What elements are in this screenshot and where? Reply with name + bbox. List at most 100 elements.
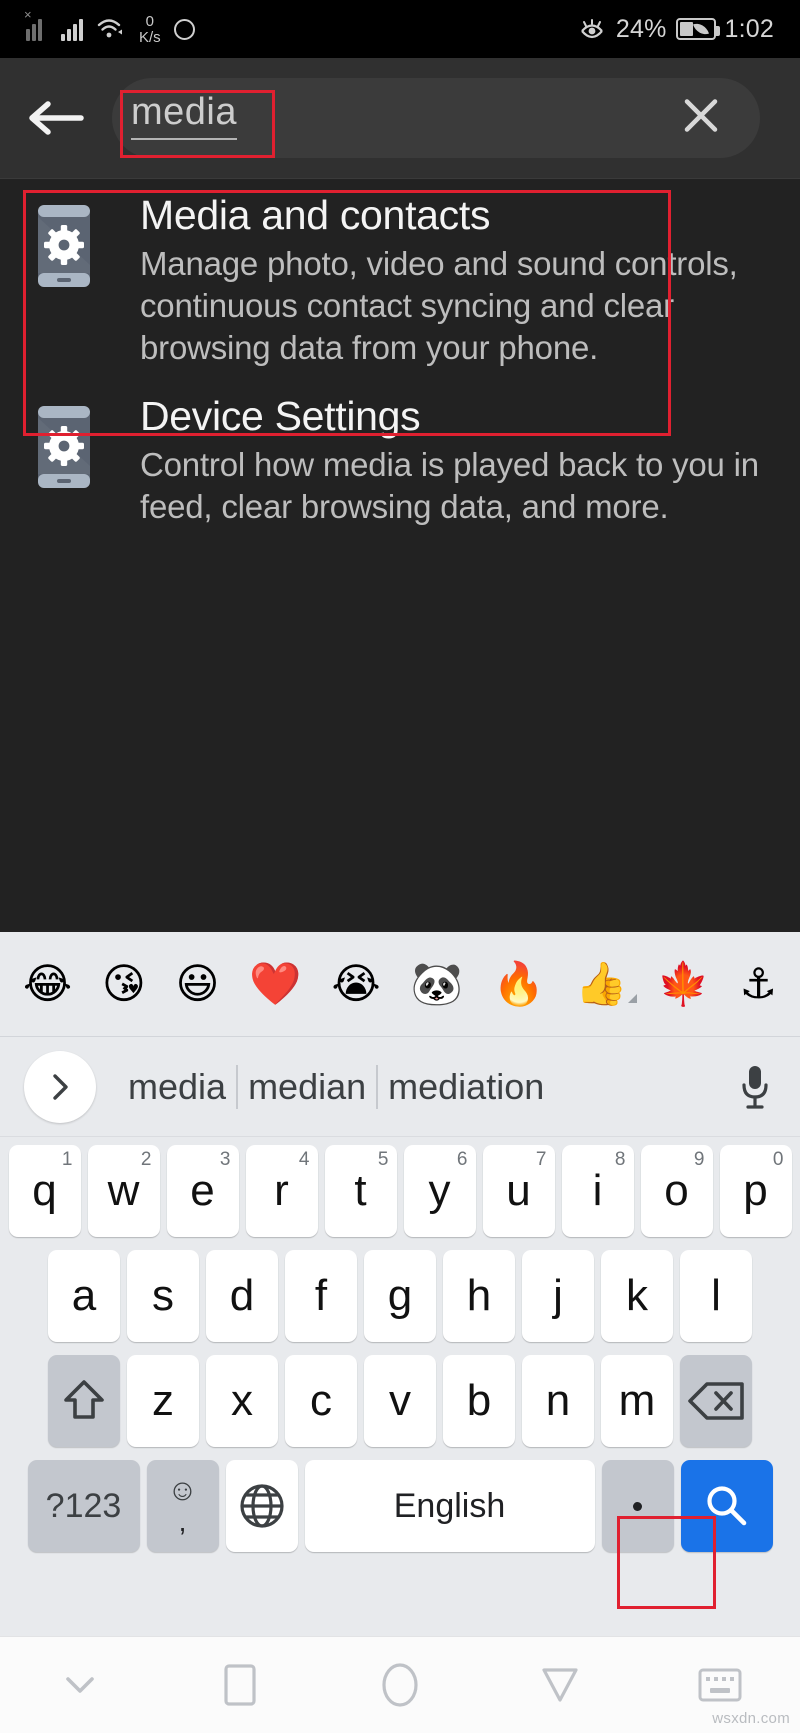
keyboard-row-4: ?123 ☺ , English xyxy=(4,1460,796,1552)
key-s[interactable]: s xyxy=(127,1250,199,1342)
search-results-list: Media and contacts Manage photo, video a… xyxy=(0,178,800,932)
network-speed-indicator: 0 K/s xyxy=(139,14,161,45)
emoji-red-heart[interactable]: ❤️ xyxy=(249,963,301,1005)
emoji-sob[interactable]: 😭 xyxy=(332,963,381,1005)
emoji-maple-leaf[interactable]: 🍁 xyxy=(657,963,709,1005)
emoji-kissing-heart[interactable]: 😘 xyxy=(102,963,146,1005)
battery-percent-label: 24% xyxy=(615,14,667,43)
suggestion-1[interactable]: median xyxy=(238,1066,376,1108)
key-v[interactable]: v xyxy=(364,1355,436,1447)
network-speed-value: 0 xyxy=(145,12,155,30)
key-x[interactable]: x xyxy=(206,1355,278,1447)
network-speed-unit: K/s xyxy=(139,28,161,46)
key-p[interactable]: 0p xyxy=(719,1145,792,1237)
key-q[interactable]: 1q xyxy=(8,1145,81,1237)
key-l[interactable]: l xyxy=(680,1250,752,1342)
result-icon-wrapper xyxy=(36,193,128,370)
key-w[interactable]: 2w xyxy=(87,1145,160,1237)
key-g[interactable]: g xyxy=(364,1250,436,1342)
result-title: Media and contacts xyxy=(140,192,491,238)
microphone-icon xyxy=(742,1065,768,1109)
key-y[interactable]: 6y xyxy=(403,1145,476,1237)
period-dot-icon xyxy=(633,1501,642,1511)
expand-suggestions-button[interactable] xyxy=(24,1050,96,1123)
key-o-label: o xyxy=(664,1166,689,1215)
key-f[interactable]: f xyxy=(285,1250,357,1342)
circle-icon xyxy=(382,1663,418,1707)
battery-icon xyxy=(675,18,720,40)
system-navigation-bar: wsxdn.com xyxy=(0,1636,800,1733)
key-t-label: t xyxy=(354,1166,367,1215)
key-o[interactable]: 9o xyxy=(640,1145,713,1237)
search-field[interactable]: media xyxy=(112,78,760,158)
suggestion-list: media median mediation xyxy=(96,1064,710,1109)
key-q-number: 1 xyxy=(61,1149,73,1170)
emoji-thumbs-up[interactable]: 👍 xyxy=(575,963,638,1005)
search-enter-key[interactable] xyxy=(680,1460,773,1552)
key-m[interactable]: m xyxy=(601,1355,673,1447)
key-o-number: 9 xyxy=(693,1149,705,1170)
key-t[interactable]: 5t xyxy=(324,1145,397,1237)
signal-strength-sim1-icon: × xyxy=(24,7,48,41)
symbols-key[interactable]: ?123 xyxy=(27,1460,140,1552)
result-icon-wrapper xyxy=(36,394,128,528)
search-result-device-settings[interactable]: Device Settings Control how media is pla… xyxy=(0,380,800,538)
backspace-key[interactable] xyxy=(680,1355,752,1447)
circle-status-icon xyxy=(173,18,195,40)
voice-input-button[interactable] xyxy=(710,1063,800,1111)
search-input[interactable]: media xyxy=(131,91,237,140)
emoji-anchor[interactable]: ⚓ xyxy=(739,963,777,1005)
result-text-wrapper: Media and contacts Manage photo, video a… xyxy=(128,192,774,370)
emoji-smiley[interactable]: 😃 xyxy=(176,963,220,1005)
period-key[interactable] xyxy=(601,1460,674,1552)
keyboard-icon xyxy=(698,1668,742,1702)
key-y-label: y xyxy=(428,1166,451,1215)
suggestion-2[interactable]: mediation xyxy=(378,1066,554,1108)
language-switch-key[interactable] xyxy=(225,1460,298,1552)
key-c[interactable]: c xyxy=(285,1355,357,1447)
result-description: Manage photo, video and sound controls, … xyxy=(140,244,738,367)
emoji-key[interactable]: ☺ , xyxy=(146,1460,219,1552)
home-button[interactable] xyxy=(340,1659,460,1711)
key-i[interactable]: 8i xyxy=(561,1145,634,1237)
back-button[interactable] xyxy=(0,58,112,178)
key-w-label: w xyxy=(107,1166,140,1215)
keyboard-row-1: 1q 2w 3e 4r 5t 6y 7u 8i 9o 0p xyxy=(4,1145,796,1237)
phone-settings-icon xyxy=(38,405,90,488)
search-result-media-and-contacts[interactable]: Media and contacts Manage photo, video a… xyxy=(0,179,800,380)
globe-icon xyxy=(239,1484,284,1528)
key-z[interactable]: z xyxy=(127,1355,199,1447)
emoji-quick-row: 😂 😘 😃 ❤️ 😭 🐼 🔥 👍 🍁 ⚓ xyxy=(0,932,800,1037)
keyboard-row-2: a s d f g h j k l xyxy=(4,1250,796,1342)
key-r[interactable]: 4r xyxy=(245,1145,318,1237)
hide-keyboard-button[interactable] xyxy=(20,1670,140,1700)
recents-button[interactable] xyxy=(180,1661,300,1709)
key-b[interactable]: b xyxy=(443,1355,515,1447)
key-d[interactable]: d xyxy=(206,1250,278,1342)
key-e-number: 3 xyxy=(219,1149,231,1170)
shift-key[interactable] xyxy=(48,1355,120,1447)
key-y-number: 6 xyxy=(456,1149,468,1170)
key-u-number: 7 xyxy=(535,1149,547,1170)
signal-strength-sim2-icon xyxy=(61,17,83,41)
key-u[interactable]: 7u xyxy=(482,1145,555,1237)
emoji-fire[interactable]: 🔥 xyxy=(493,963,545,1005)
key-e[interactable]: 3e xyxy=(166,1145,239,1237)
space-key[interactable]: English xyxy=(304,1460,595,1552)
chevron-down-icon xyxy=(66,1677,94,1693)
emoji-joy[interactable]: 😂 xyxy=(23,963,72,1005)
phone-screen: × 0 K/s 24% 1:02 media Media and contact… xyxy=(0,0,800,1733)
key-j[interactable]: j xyxy=(522,1250,594,1342)
smiley-face-icon: ☺ xyxy=(167,1474,198,1507)
key-p-number: 0 xyxy=(772,1149,784,1170)
key-n[interactable]: n xyxy=(522,1355,594,1447)
suggestion-0[interactable]: media xyxy=(118,1066,236,1108)
clear-search-button[interactable] xyxy=(678,93,724,144)
key-h[interactable]: h xyxy=(443,1250,515,1342)
keyboard-switch-button[interactable] xyxy=(660,1665,780,1705)
result-description: Control how media is played back to you … xyxy=(140,445,759,525)
key-a[interactable]: a xyxy=(48,1250,120,1342)
key-k[interactable]: k xyxy=(601,1250,673,1342)
emoji-panda[interactable]: 🐼 xyxy=(411,963,463,1005)
back-nav-button[interactable] xyxy=(500,1663,620,1707)
